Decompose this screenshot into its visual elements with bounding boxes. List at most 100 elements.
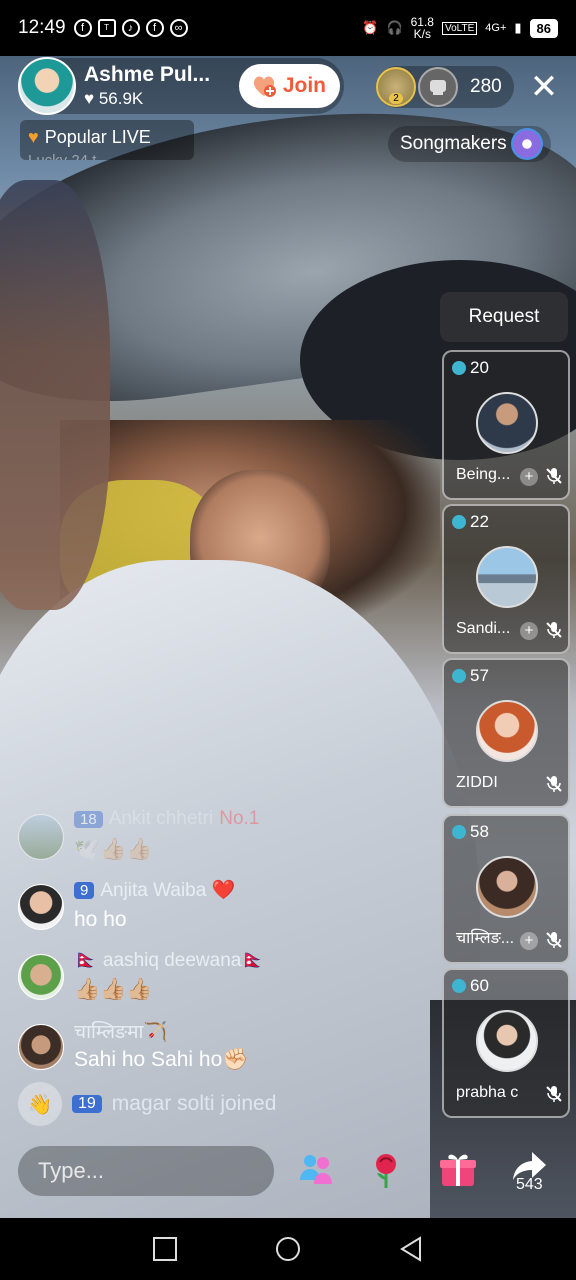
commenter-avatar[interactable] — [18, 954, 64, 1000]
popular-live-second-row: Lucky 24 t — [28, 150, 186, 161]
level-icon — [452, 515, 466, 529]
host-info[interactable]: Ashme Pul... ♥ 56.9K — [84, 63, 210, 109]
join-button[interactable]: Join — [238, 64, 340, 108]
guest-name: चाम्लिङ... — [456, 930, 515, 947]
guest-level-value: 60 — [470, 976, 489, 995]
commenter-name[interactable]: 🇳🇵 aashiq deewana🇳🇵 — [74, 948, 265, 972]
host-likes-count: 56.9K — [98, 89, 144, 108]
comment-header: 🇳🇵 aashiq deewana🇳🇵 — [74, 948, 265, 972]
comment-text: 👍🏼👍🏼👍🏼 — [74, 978, 153, 1001]
viewer-count[interactable]: 280 — [470, 76, 502, 98]
signal-icon: ▮ — [514, 20, 522, 35]
multi-guest-icon[interactable] — [296, 1150, 336, 1190]
net-speed-unit: K/s — [413, 27, 431, 41]
home-icon[interactable] — [275, 1236, 301, 1262]
wave-hand-icon[interactable]: 👋 — [18, 1082, 62, 1126]
join-notification: 👋 19 magar solti joined — [18, 1082, 277, 1126]
top-viewer-avatar[interactable]: 2 — [376, 67, 416, 107]
network-speed: 61.8 K/s — [411, 16, 434, 40]
level-icon — [452, 979, 466, 993]
rose-gift-icon[interactable] — [366, 1150, 406, 1190]
guest-slot[interactable]: 57 ZIDDI — [442, 658, 570, 808]
guest-level-value: 58 — [470, 822, 489, 841]
seat-icon — [430, 80, 446, 95]
battery-indicator: 86 — [529, 18, 558, 38]
blurred-arm-shape — [0, 180, 110, 610]
level-badge: 18 — [74, 810, 103, 828]
level-badge: 19 — [72, 1095, 102, 1113]
guest-avatar[interactable] — [476, 856, 538, 918]
guest-slot[interactable]: 22 Sandi... + — [442, 504, 570, 654]
guest-level: 58 — [452, 822, 489, 842]
guest-level: 20 — [452, 358, 489, 378]
commenter-name[interactable]: Anjita Waiba ❤️ — [100, 878, 235, 902]
rank-badge: No.1 — [219, 808, 260, 829]
comment-input[interactable]: Type... — [18, 1146, 274, 1196]
level-icon — [452, 669, 466, 683]
popular-live-label: Popular LIVE — [44, 126, 151, 147]
status-right: ⏰ 🎧 61.8 K/s VoLTE 4G+ ▮ 86 — [362, 16, 558, 40]
notification-icons: f T ♪ f ∞ — [73, 19, 188, 37]
comment-item[interactable]: चाम्लिङमा🏹 Sahi ho Sahi ho✊🏻 — [18, 1018, 438, 1082]
level-icon — [452, 825, 466, 839]
navigation-bar — [0, 1218, 576, 1280]
disc-icon — [510, 128, 543, 160]
guest-level-value: 22 — [470, 512, 489, 531]
songmakers-label: Songmakers — [400, 133, 507, 154]
guest-avatar[interactable] — [476, 392, 538, 454]
headphones-icon: 🎧 — [386, 20, 403, 35]
level-badge: 9 — [74, 881, 95, 899]
close-icon[interactable]: ✕ — [526, 70, 562, 106]
mic-muted-icon — [546, 622, 562, 638]
joined-text: magar solti joined — [111, 1092, 277, 1115]
comment-header: 18 Ankit chhetri No.1 — [74, 808, 259, 830]
back-icon[interactable] — [398, 1236, 424, 1262]
popular-live-banner[interactable]: ♥ Popular LIVE Lucky 24 t — [20, 120, 194, 160]
comment-item[interactable]: 18 Ankit chhetri No.1 🕊️👍🏼👍🏼 — [18, 808, 438, 872]
viewer-avatar[interactable] — [418, 67, 458, 107]
host-avatar[interactable] — [18, 57, 76, 115]
top-viewers[interactable]: 2 280 — [376, 66, 514, 108]
add-icon[interactable]: + — [520, 932, 538, 950]
recent-apps-icon[interactable] — [152, 1236, 178, 1262]
host-bar[interactable]: Ashme Pul... ♥ 56.9K Join — [18, 57, 344, 115]
guest-avatar[interactable] — [476, 700, 538, 762]
link-icon: ∞ — [169, 19, 188, 37]
share-count: 543 — [516, 1176, 543, 1193]
add-icon[interactable]: + — [520, 622, 538, 640]
level-icon — [452, 361, 466, 375]
mic-muted-icon — [546, 776, 562, 792]
heart-icon: ♥ — [84, 89, 95, 108]
tiktok-icon: ♪ — [121, 19, 140, 37]
facebook-icon: f — [73, 19, 92, 37]
temu-icon: T — [97, 19, 116, 37]
commenter-name[interactable]: Ankit chhetri — [109, 808, 214, 830]
popular-live-second-line: Lucky 24 t — [28, 151, 97, 161]
heart-icon: ♥ — [28, 126, 39, 147]
add-icon[interactable]: + — [520, 468, 538, 486]
guest-avatar[interactable] — [476, 546, 538, 608]
commenter-avatar[interactable] — [18, 814, 64, 860]
commenter-avatar[interactable] — [18, 1024, 64, 1070]
join-label: Join — [282, 74, 326, 97]
guest-level-value: 20 — [470, 358, 489, 377]
comment-item[interactable]: 9 Anjita Waiba ❤️ ho ho — [18, 878, 438, 942]
host-name[interactable]: Ashme Pul... — [84, 63, 210, 87]
commenter-avatar[interactable] — [18, 884, 64, 930]
guest-slot[interactable]: 58 चाम्लिङ... + — [442, 814, 570, 964]
guest-slot[interactable]: 60 prabha c... — [442, 968, 570, 1118]
alarm-icon: ⏰ — [362, 20, 379, 35]
songmakers-badge[interactable]: Songmakers — [388, 126, 551, 162]
mic-muted-icon — [546, 468, 562, 484]
request-button[interactable]: Request — [440, 292, 568, 342]
guest-level: 60 — [452, 976, 489, 996]
gift-icon[interactable] — [438, 1150, 478, 1190]
commenter-name[interactable]: चाम्लिङमा🏹 — [74, 1018, 167, 1044]
guest-name: Sandi... — [456, 620, 511, 637]
comment-text: 🕊️👍🏼👍🏼 — [74, 838, 153, 861]
guest-level: 57 — [452, 666, 489, 686]
comment-item[interactable]: 🇳🇵 aashiq deewana🇳🇵 👍🏼👍🏼👍🏼 — [18, 948, 438, 1012]
guest-avatar[interactable] — [476, 1010, 538, 1072]
heart-plus-icon — [253, 76, 276, 97]
guest-slot[interactable]: 20 Being... + — [442, 350, 570, 500]
